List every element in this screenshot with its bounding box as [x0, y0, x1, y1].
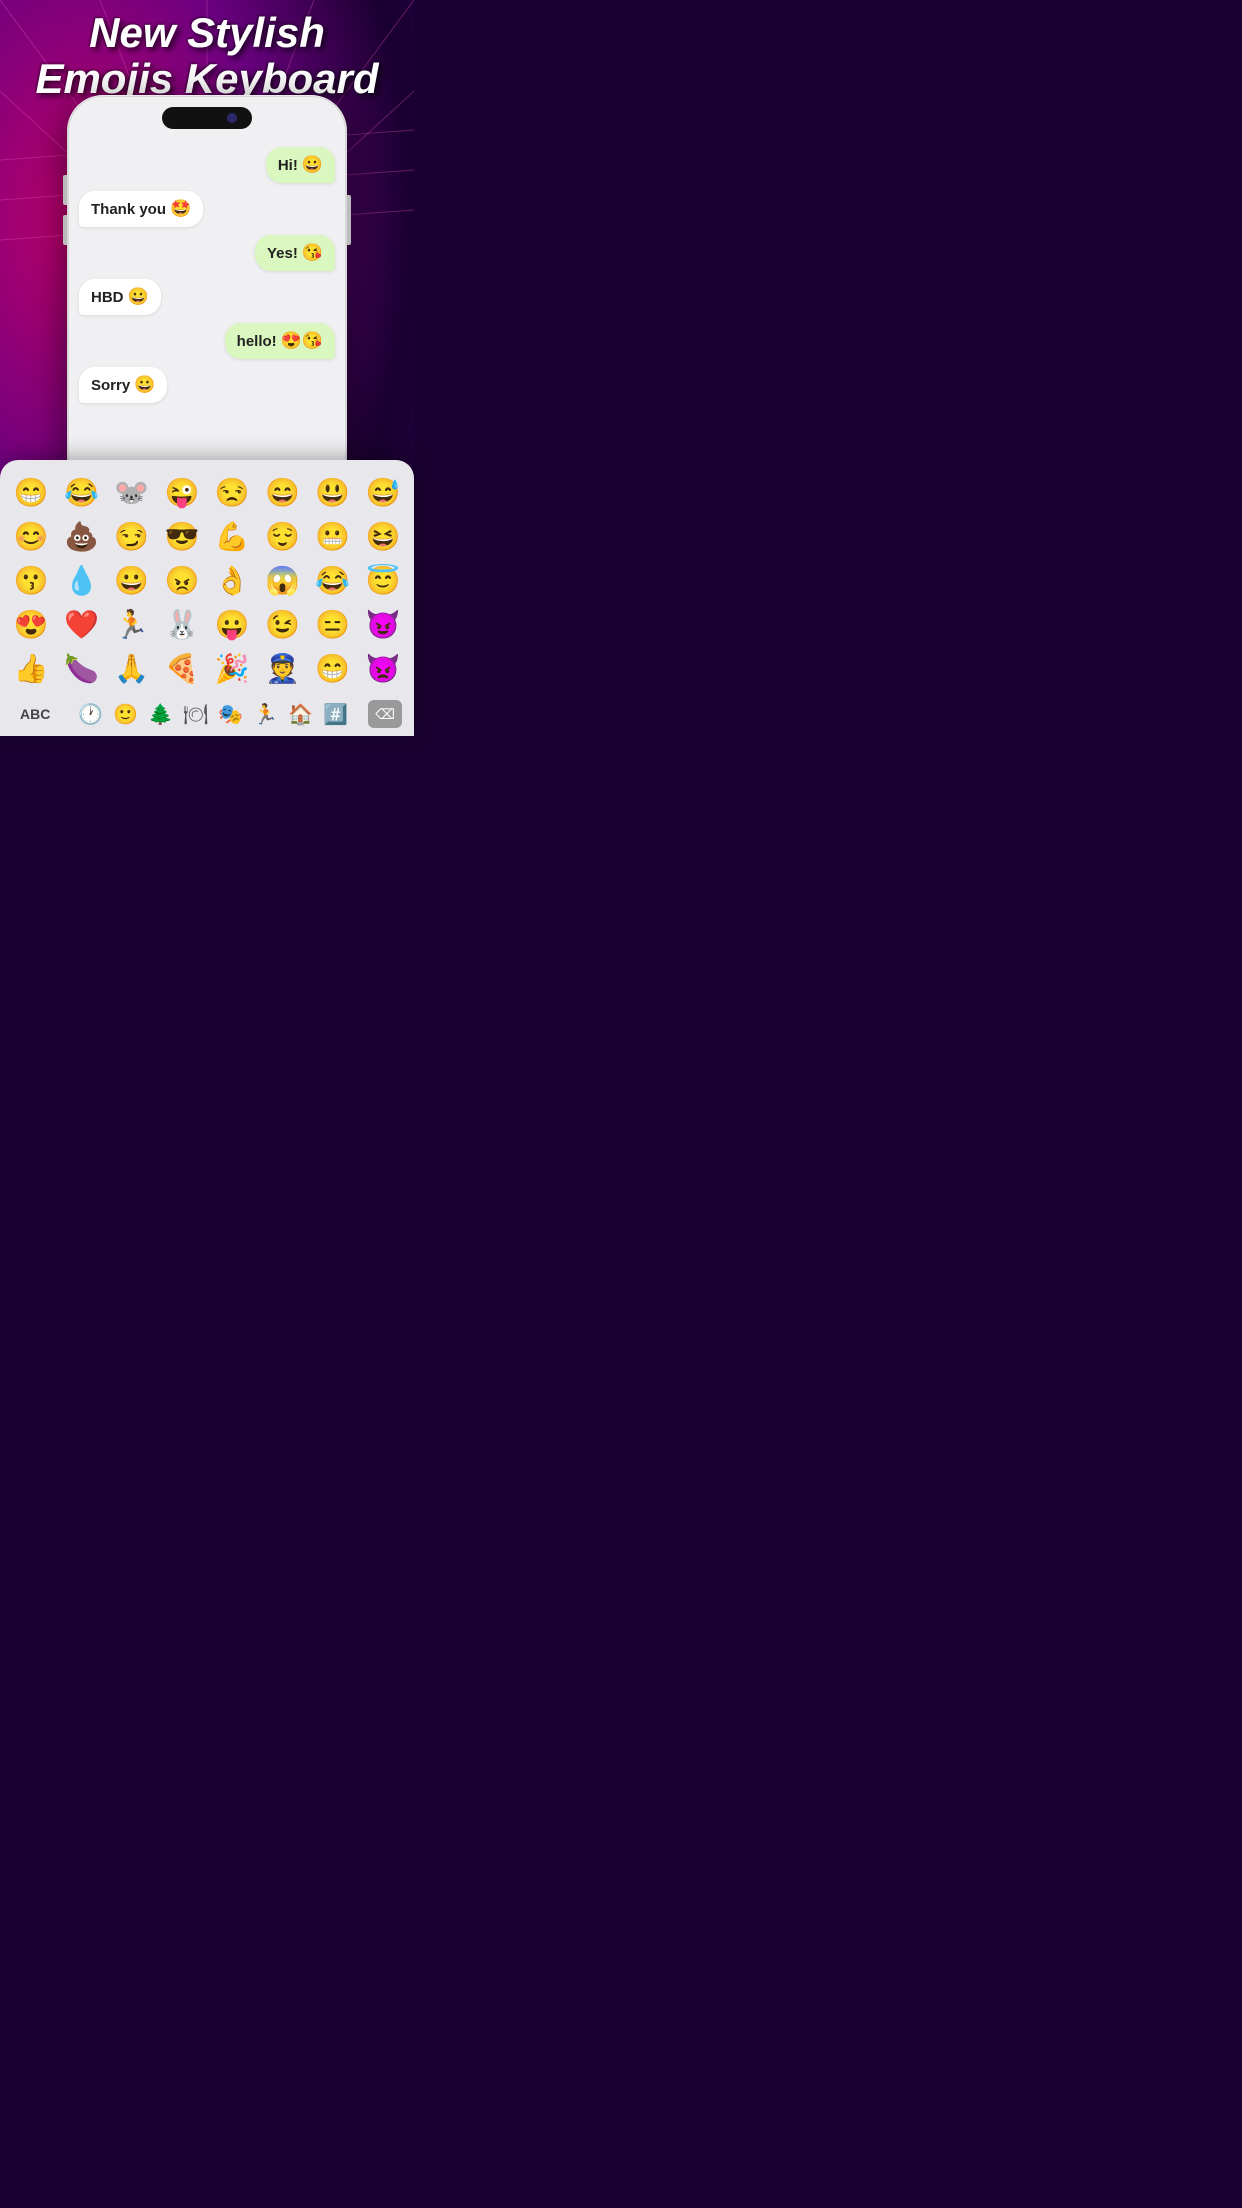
- message-sorry: Sorry 😀: [79, 367, 167, 403]
- emoji-36[interactable]: 🎉: [209, 648, 255, 688]
- emoji-6[interactable]: 😃: [310, 472, 356, 512]
- message-yes: Yes! 😘: [255, 235, 335, 271]
- emoji-10[interactable]: 😏: [109, 516, 155, 556]
- emoji-22[interactable]: 😂: [310, 560, 356, 600]
- emoji-keyboard: 😁😂🐭😜😒😄😃😅😊💩😏😎💪😌😬😆😗💧😀😠👌😱😂😇😍❤️🏃🐰😛😉😑😈👍🍆🙏🍕🎉👮😁…: [0, 460, 414, 736]
- phone-camera: [227, 113, 237, 123]
- message-thankyou: Thank you 🤩: [79, 191, 203, 227]
- phone-volume-down: [63, 215, 67, 245]
- emoji-39[interactable]: 👿: [360, 648, 406, 688]
- emoji-7[interactable]: 😅: [360, 472, 406, 512]
- message-yes-text: Yes!: [267, 245, 298, 262]
- clock-icon[interactable]: 🕐: [78, 702, 103, 727]
- message-hi-text: Hi!: [278, 157, 298, 174]
- symbol-icon[interactable]: #️⃣: [323, 702, 348, 727]
- emoji-37[interactable]: 👮: [259, 648, 305, 688]
- emoji-0[interactable]: 😁: [8, 472, 54, 512]
- message-sorry-text: Sorry: [91, 377, 130, 394]
- food-icon[interactable]: 🍽: [183, 702, 208, 727]
- message-hi: Hi! 😀: [266, 147, 335, 183]
- emoji-4[interactable]: 😒: [209, 472, 255, 512]
- keyboard-icons: 🕐 🙂 🌲 🍽 🎭 🏃 🏠 #️⃣: [78, 702, 348, 727]
- emoji-11[interactable]: 😎: [159, 516, 205, 556]
- phone-volume-up: [63, 175, 67, 205]
- message-hello: hello! 😍😘: [225, 323, 335, 359]
- emoji-grid: 😁😂🐭😜😒😄😃😅😊💩😏😎💪😌😬😆😗💧😀😠👌😱😂😇😍❤️🏃🐰😛😉😑😈👍🍆🙏🍕🎉👮😁…: [8, 472, 406, 688]
- emoji-35[interactable]: 🍕: [159, 648, 205, 688]
- emoji-20[interactable]: 👌: [209, 560, 255, 600]
- emoji-9[interactable]: 💩: [58, 516, 104, 556]
- emoji-21[interactable]: 😱: [259, 560, 305, 600]
- emoji-15[interactable]: 😆: [360, 516, 406, 556]
- emoji-29[interactable]: 😉: [259, 604, 305, 644]
- emoji-8[interactable]: 😊: [8, 516, 54, 556]
- activity-icon[interactable]: 🎭: [218, 702, 243, 727]
- emoji-17[interactable]: 💧: [58, 560, 104, 600]
- emoji-25[interactable]: ❤️: [58, 604, 104, 644]
- emoji-14[interactable]: 😬: [310, 516, 356, 556]
- emoji-31[interactable]: 😈: [360, 604, 406, 644]
- message-thankyou-text: Thank you: [91, 201, 166, 218]
- emoji-26[interactable]: 🏃: [109, 604, 155, 644]
- emoji-1[interactable]: 😂: [58, 472, 104, 512]
- emoji-27[interactable]: 🐰: [159, 604, 205, 644]
- emoji-18[interactable]: 😀: [109, 560, 155, 600]
- emoji-3[interactable]: 😜: [159, 472, 205, 512]
- emoji-16[interactable]: 😗: [8, 560, 54, 600]
- person-icon[interactable]: 🏃: [253, 702, 278, 727]
- message-hello-text: hello!: [237, 333, 277, 350]
- abc-button[interactable]: ABC: [12, 702, 58, 726]
- delete-button[interactable]: ⌫: [368, 700, 402, 728]
- phone-notch: [162, 107, 252, 129]
- emoji-19[interactable]: 😠: [159, 560, 205, 600]
- keyboard-bottom-bar: ABC 🕐 🙂 🌲 🍽 🎭 🏃 🏠 #️⃣ ⌫: [8, 696, 406, 728]
- emoji-12[interactable]: 💪: [209, 516, 255, 556]
- emoji-38[interactable]: 😁: [310, 648, 356, 688]
- emoji-32[interactable]: 👍: [8, 648, 54, 688]
- emoji-23[interactable]: 😇: [360, 560, 406, 600]
- message-hbd-emoji: 😀: [128, 287, 149, 307]
- emoji-24[interactable]: 😍: [8, 604, 54, 644]
- message-hi-emoji: 😀: [302, 155, 323, 175]
- message-yes-emoji: 😘: [302, 243, 323, 263]
- phone-power-button: [347, 195, 351, 245]
- object-icon[interactable]: 🏠: [288, 702, 313, 727]
- emoji-5[interactable]: 😄: [259, 472, 305, 512]
- message-hbd-text: HBD: [91, 289, 124, 306]
- emoji-33[interactable]: 🍆: [58, 648, 104, 688]
- message-thankyou-emoji: 🤩: [170, 199, 191, 219]
- emoji-2[interactable]: 🐭: [109, 472, 155, 512]
- emoji-34[interactable]: 🙏: [109, 648, 155, 688]
- tree-icon[interactable]: 🌲: [148, 702, 173, 727]
- smiley-icon[interactable]: 🙂: [113, 702, 138, 727]
- message-hello-emoji: 😍😘: [281, 331, 323, 351]
- emoji-13[interactable]: 😌: [259, 516, 305, 556]
- app-title-line1: New Stylish: [20, 10, 394, 56]
- message-sorry-emoji: 😀: [134, 375, 155, 395]
- message-hbd: HBD 😀: [79, 279, 161, 315]
- title-area: New Stylish Emojis Keyboard: [0, 10, 414, 102]
- emoji-28[interactable]: 😛: [209, 604, 255, 644]
- emoji-30[interactable]: 😑: [310, 604, 356, 644]
